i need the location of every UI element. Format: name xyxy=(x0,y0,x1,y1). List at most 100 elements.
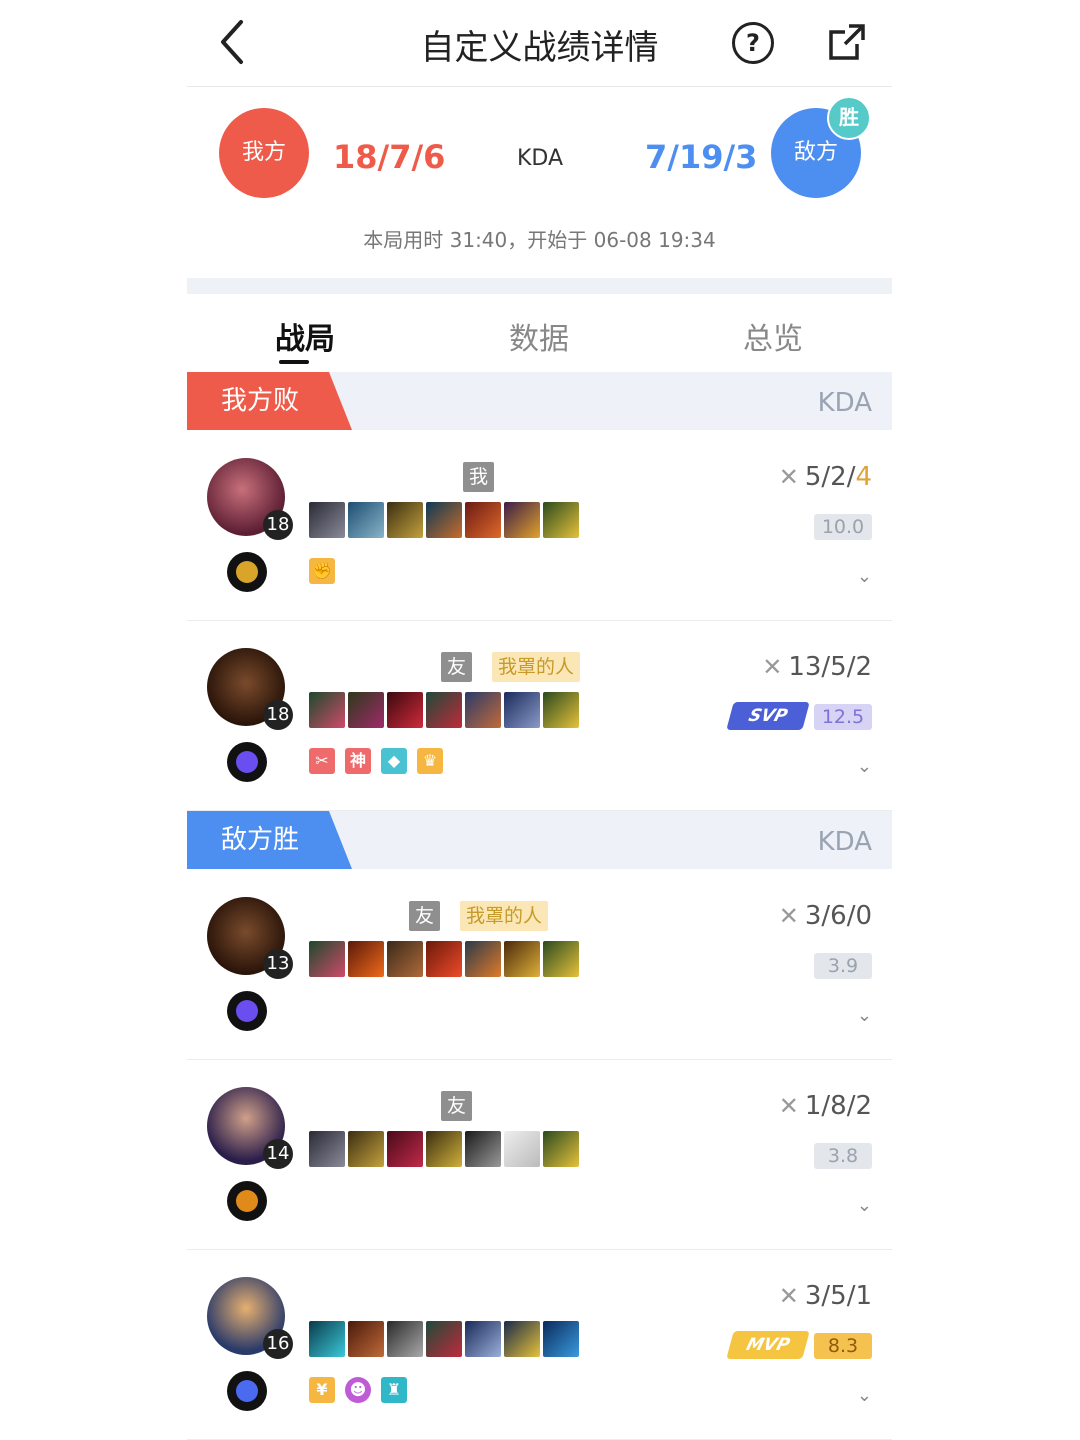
item-list xyxy=(309,941,579,977)
item-icon xyxy=(309,502,345,538)
kda-value: 1/8/2 xyxy=(804,1091,872,1121)
item-icon xyxy=(309,692,345,728)
rune-icon xyxy=(227,991,267,1031)
swords-icon: ✕ xyxy=(762,653,783,681)
item-icon xyxy=(504,502,540,538)
player-row[interactable]: 18 我 ✕ 5/2/4 10.0 ✊ ⌄ xyxy=(187,430,892,621)
crown-badge-icon: ♛ xyxy=(417,748,443,774)
rune-icon xyxy=(227,552,267,592)
mvp-badge: MVP xyxy=(726,1331,810,1359)
item-icon xyxy=(504,1131,540,1167)
item-icon xyxy=(504,1321,540,1357)
player-kda: ✕ 3/6/0 xyxy=(779,901,872,931)
swords-icon: ✕ xyxy=(778,463,799,491)
match-info: 本局用时 31:40，开始于 06-08 19:34 xyxy=(363,228,716,252)
item-icon xyxy=(465,1321,501,1357)
item-icon xyxy=(543,1131,579,1167)
svp-badge: SVP xyxy=(726,702,810,730)
me-tag: 我 xyxy=(463,462,494,492)
item-icon xyxy=(543,502,579,538)
win-badge: 胜 xyxy=(827,96,871,140)
item-icon xyxy=(348,502,384,538)
chevron-down-icon[interactable]: ⌄ xyxy=(857,1005,872,1026)
item-icon xyxy=(348,692,384,728)
item-list xyxy=(309,1321,579,1357)
player-kda: ✕ 13/5/2 xyxy=(762,652,872,682)
item-icon xyxy=(387,1131,423,1167)
my-team-kda: 18/7/6 xyxy=(333,138,446,176)
chevron-down-icon[interactable]: ⌄ xyxy=(857,566,872,587)
tower-badge-icon: ♜ xyxy=(381,1377,407,1403)
item-icon xyxy=(543,941,579,977)
badge-list: ✊ xyxy=(309,558,335,584)
combo-badge-icon: ✂ xyxy=(309,748,335,774)
level-badge: 18 xyxy=(263,510,293,540)
kda-assist: 4 xyxy=(855,462,872,492)
item-icon xyxy=(387,692,423,728)
lose-flag: 我方败 xyxy=(187,372,352,430)
chevron-down-icon[interactable]: ⌄ xyxy=(857,756,872,777)
swords-icon: ✕ xyxy=(778,1282,799,1310)
tab-data[interactable]: 数据 xyxy=(509,314,569,358)
protege-tag: 我罩的人 xyxy=(492,652,581,682)
item-icon xyxy=(426,692,462,728)
kda-value: 5/2/ xyxy=(804,462,856,492)
level-badge: 13 xyxy=(263,949,293,979)
item-list xyxy=(309,692,579,728)
item-icon xyxy=(504,692,540,728)
rating-score: 3.9 xyxy=(814,953,872,979)
level-badge: 16 xyxy=(263,1329,293,1359)
chevron-down-icon[interactable]: ⌄ xyxy=(857,1385,872,1406)
swords-icon: ✕ xyxy=(778,902,799,930)
kda-value: 13/5/2 xyxy=(788,652,872,682)
help-icon[interactable]: ? xyxy=(732,22,774,64)
item-list xyxy=(309,1131,579,1167)
rating-score: 10.0 xyxy=(814,514,872,540)
rune-icon xyxy=(227,1181,267,1221)
friend-tag: 友 xyxy=(409,901,440,931)
player-row[interactable]: 13 友 我罩的人 ✕ 3/6/0 3.9 ⌄ xyxy=(187,869,892,1060)
item-icon xyxy=(465,692,501,728)
my-team-section-header: 我方败 KDA xyxy=(187,372,892,430)
player-kda: ✕ 3/5/1 xyxy=(779,1281,872,1311)
player-kda: ✕ 1/8/2 xyxy=(779,1091,872,1121)
item-icon xyxy=(465,502,501,538)
section-kda-label: KDA xyxy=(817,388,872,418)
rune-icon xyxy=(227,742,267,782)
player-row[interactable]: 14 友 ✕ 1/8/2 3.8 ⌄ xyxy=(187,1059,892,1250)
item-icon xyxy=(426,1131,462,1167)
share-icon[interactable] xyxy=(827,22,867,62)
item-icon xyxy=(426,502,462,538)
app-screen: 自定义战绩详情 ? 我方 18/7/6 KDA 7/19/3 敌方 胜 本局用时… xyxy=(187,0,892,1440)
page-title: 自定义战绩详情 xyxy=(420,28,659,68)
rating-score: 12.5 xyxy=(814,704,872,730)
level-badge: 14 xyxy=(263,1139,293,1169)
win-flag: 敌方胜 xyxy=(187,811,352,869)
kda-label: KDA xyxy=(517,146,564,171)
kda-value: 3/5/1 xyxy=(804,1281,872,1311)
skull-badge-icon: ☻ xyxy=(345,1377,371,1403)
item-icon xyxy=(426,941,462,977)
item-list xyxy=(309,502,579,538)
item-icon xyxy=(465,1131,501,1167)
shield-badge-icon: ◆ xyxy=(381,748,407,774)
divider xyxy=(187,278,892,294)
item-icon xyxy=(348,1321,384,1357)
item-icon xyxy=(387,1321,423,1357)
item-icon xyxy=(309,1321,345,1357)
tab-overview[interactable]: 总览 xyxy=(743,314,803,358)
player-row[interactable]: 18 友 我罩的人 ✕ 13/5/2 SVP 12.5 ✂ 神 ◆ ♛ ⌄ xyxy=(187,620,892,811)
chevron-down-icon[interactable]: ⌄ xyxy=(857,1195,872,1216)
tab-battle[interactable]: 战局 xyxy=(275,314,335,358)
item-icon xyxy=(543,692,579,728)
protege-tag: 我罩的人 xyxy=(460,901,549,931)
item-icon xyxy=(465,941,501,977)
rune-icon xyxy=(227,1371,267,1411)
badge-list: ¥ ☻ ♜ xyxy=(309,1377,407,1403)
item-icon xyxy=(348,941,384,977)
player-row[interactable]: 16 ✕ 3/5/1 MVP 8.3 ¥ ☻ ♜ ⌄ xyxy=(187,1249,892,1440)
badge-list: ✂ 神 ◆ ♛ xyxy=(309,748,443,774)
friend-tag: 友 xyxy=(441,1091,472,1121)
top-bar: 自定义战绩详情 ? xyxy=(187,0,892,87)
friend-tag: 友 xyxy=(441,652,472,682)
